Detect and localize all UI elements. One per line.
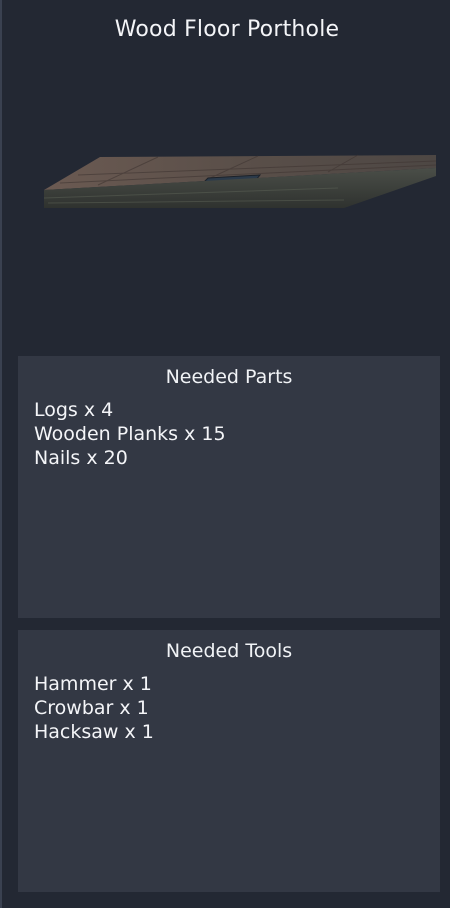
needed-parts-list: Logs x 4 Wooden Planks x 15 Nails x 20 <box>34 398 226 470</box>
list-item: Wooden Planks x 15 <box>34 423 226 445</box>
wood-floor-porthole-preview <box>43 154 437 208</box>
needed-tools-list: Hammer x 1 Crowbar x 1 Hacksaw x 1 <box>34 672 154 744</box>
item-title: Wood Floor Porthole <box>114 17 340 42</box>
list-item: Crowbar x 1 <box>34 697 149 719</box>
list-item: Hacksaw x 1 <box>34 721 154 743</box>
needed-parts-box: Needed Parts Logs x 4 Wooden Planks x 15… <box>18 356 440 618</box>
crafting-info-panel: Wood Floor Porthole Needed Parts Logs x … <box>0 0 450 908</box>
list-item: Logs x 4 <box>34 399 114 421</box>
list-item: Nails x 20 <box>34 447 128 469</box>
needed-tools-header: Needed Tools <box>165 640 293 662</box>
needed-tools-box: Needed Tools Hammer x 1 Crowbar x 1 Hack… <box>18 630 440 892</box>
list-item: Hammer x 1 <box>34 673 152 695</box>
needed-parts-header: Needed Parts <box>165 366 293 388</box>
